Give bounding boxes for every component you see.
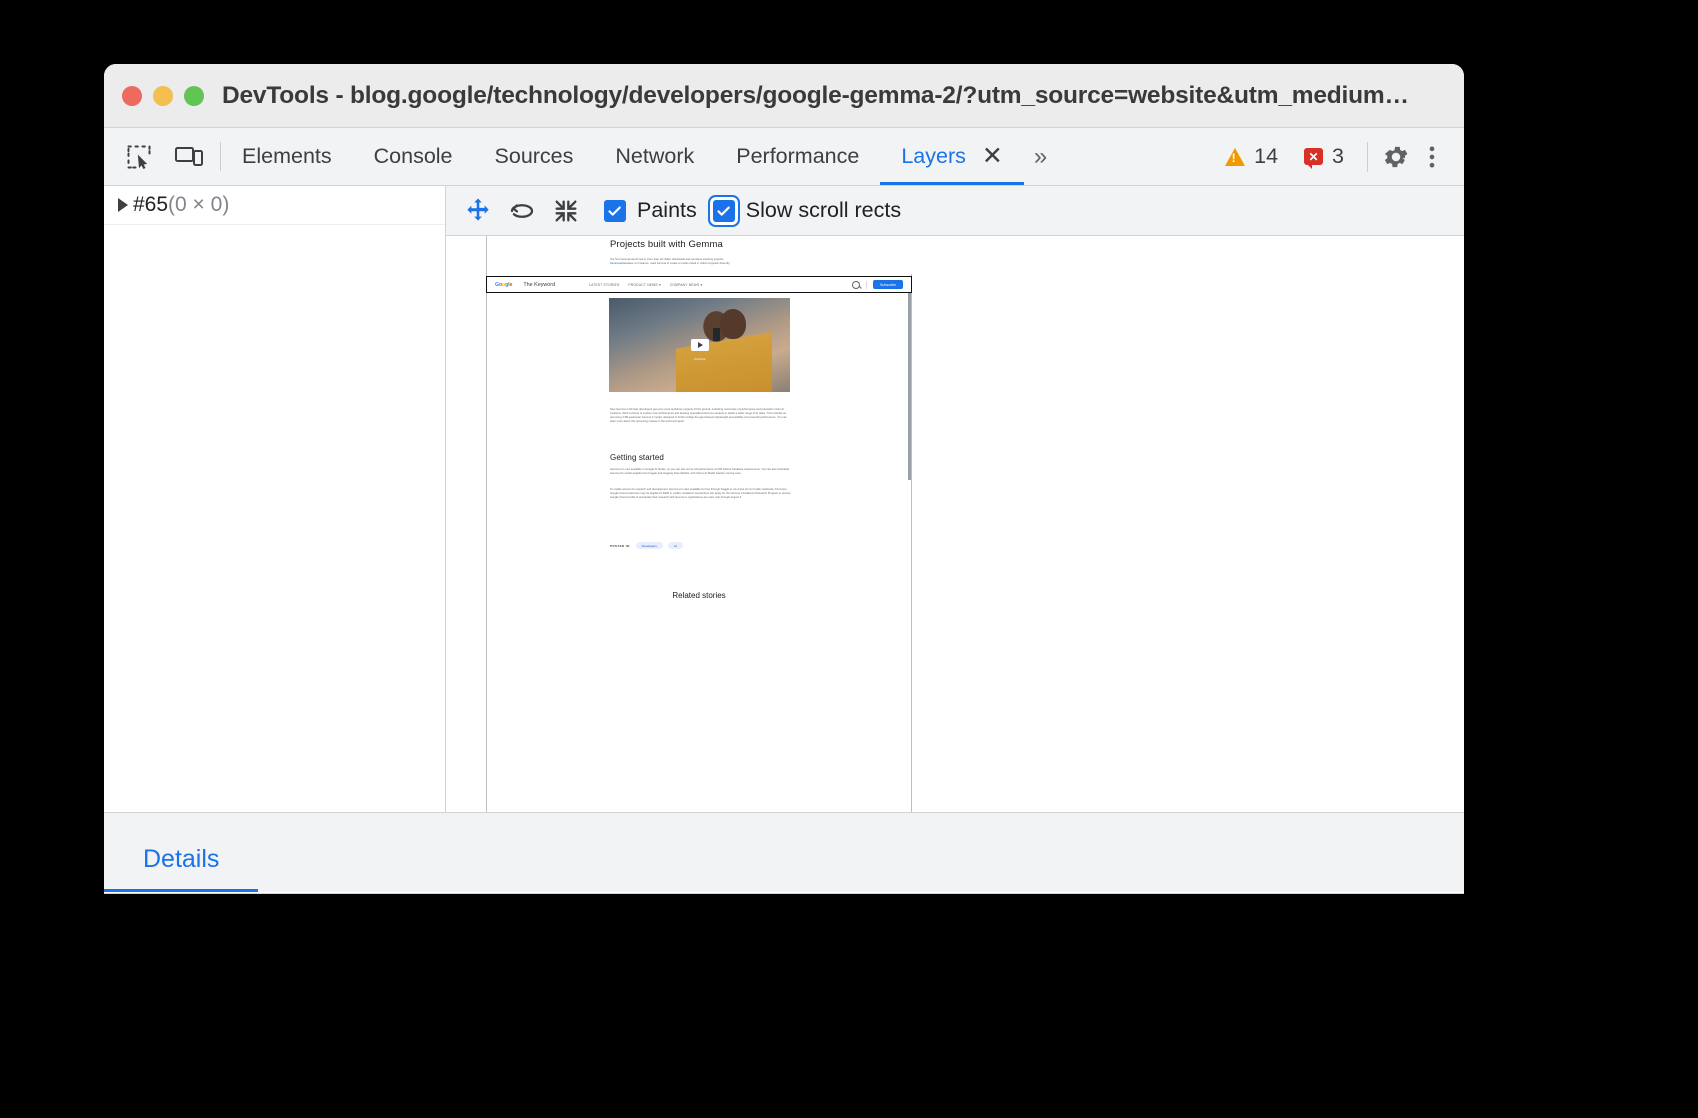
intro-paragraph: Our first Gemma launch led to more than …: [610, 258, 870, 266]
tab-label: Performance: [736, 144, 859, 169]
errors-counter[interactable]: ✕ 3: [1291, 144, 1357, 169]
tab-label: Layers: [901, 144, 966, 169]
warnings-counter[interactable]: 14: [1212, 144, 1291, 169]
layers-panel-split: #65 (0 × 0): [104, 186, 1464, 812]
layer-tree-item[interactable]: #65 (0 × 0): [104, 186, 445, 225]
maximize-window-button[interactable]: [184, 86, 204, 106]
section-heading: Projects built with Gemma: [610, 239, 723, 250]
window-titlebar: DevTools - blog.google/technology/develo…: [104, 64, 1464, 128]
inspect-element-icon[interactable]: [122, 140, 156, 174]
nav-item-company-news[interactable]: COMPANY NEWS ▾: [670, 283, 703, 287]
posted-in-label: POSTED IN:: [610, 544, 631, 548]
warning-icon: [1225, 148, 1245, 166]
tab-details[interactable]: Details: [104, 845, 258, 892]
panel-tabs: Elements Console Sources Network Perform…: [221, 128, 1024, 185]
error-icon: ✕: [1304, 148, 1323, 165]
details-tabs: Details: [104, 845, 258, 892]
paints-checkbox[interactable]: Paints: [604, 198, 697, 223]
video-provider-label: YouTube: [694, 357, 706, 361]
reset-transform-icon[interactable]: [544, 192, 588, 230]
pan-mode-icon[interactable]: [456, 192, 500, 230]
site-nav-actions: Subscribe: [852, 280, 903, 288]
tab-network[interactable]: Network: [594, 128, 715, 185]
youtube-play-icon[interactable]: [691, 339, 709, 351]
status-divider: [1367, 142, 1368, 172]
hero-video-thumbnail[interactable]: YouTube: [609, 298, 790, 392]
layer-dimensions: (0 × 0): [168, 193, 229, 217]
tab-label: Elements: [242, 144, 332, 169]
paints-label: Paints: [637, 198, 697, 223]
site-brand: The Keyword: [523, 282, 555, 288]
window-title: DevTools - blog.google/technology/develo…: [222, 82, 1409, 110]
slow-scroll-rects-label: Slow scroll rects: [746, 198, 901, 223]
devtools-window: DevTools - blog.google/technology/develo…: [104, 64, 1464, 894]
devtools-tabbar: Elements Console Sources Network Perform…: [104, 128, 1464, 186]
getting-started-paragraph-2: To enable access for research and develo…: [610, 488, 792, 500]
intro-line-2-text: Navarasa, for instance, used Gemma to cr…: [622, 262, 731, 265]
layer-3d-canvas[interactable]: Projects built with Gemma Our first Gemm…: [446, 236, 1464, 812]
layers-toolbar: Paints Slow scroll rects: [446, 186, 1464, 236]
close-icon[interactable]: ✕: [982, 144, 1003, 169]
layer-id: #65: [133, 193, 168, 217]
tag-chip-developers[interactable]: Developers: [636, 542, 663, 549]
google-logo: Google: [495, 282, 512, 288]
site-nav-items: LATEST STORIES PRODUCT NEWS ▾ COMPANY NE…: [589, 283, 702, 287]
devtools-status-area: 14 ✕ 3: [1212, 128, 1464, 185]
traffic-lights: [122, 86, 204, 106]
devtools-tool-icons: [104, 128, 220, 185]
layers-view: Paints Slow scroll rects P: [446, 186, 1464, 812]
tab-layers[interactable]: Layers ✕: [880, 128, 1024, 185]
intro-line-2: NavarasaNavarasa, for instance, used Gem…: [610, 262, 870, 266]
site-nav-bar: Google The Keyword LATEST STORIES PRODUC…: [486, 276, 912, 293]
snapshot-left-edge: [486, 236, 487, 812]
slow-scroll-rects-checkbox[interactable]: Slow scroll rects: [713, 198, 901, 223]
getting-started-heading: Getting started: [610, 453, 664, 462]
layers-tree-sidebar: #65 (0 × 0): [104, 186, 446, 812]
warnings-count: 14: [1254, 144, 1278, 169]
tab-elements[interactable]: Elements: [221, 128, 353, 185]
body-paragraph: Now Gemma 2 will help developers get eve…: [610, 408, 792, 424]
gear-icon[interactable]: [1378, 139, 1414, 175]
related-stories-heading: Related stories: [486, 591, 912, 600]
tab-label: Console: [374, 144, 453, 169]
tag-chip-ai[interactable]: AI: [668, 542, 683, 549]
checkbox-checked-icon: [713, 200, 735, 222]
device-toolbar-icon[interactable]: [172, 140, 206, 174]
rotate-mode-icon[interactable]: [500, 192, 544, 230]
nav-item-latest-stories[interactable]: LATEST STORIES: [589, 283, 619, 287]
nav-item-product-news[interactable]: PRODUCT NEWS ▾: [628, 283, 660, 287]
search-icon[interactable]: [852, 281, 860, 289]
minimize-window-button[interactable]: [153, 86, 173, 106]
chevron-right-icon[interactable]: [118, 198, 128, 212]
details-divider: [104, 893, 1464, 894]
video-subject-phone: [713, 328, 720, 341]
more-tabs-icon[interactable]: »: [1024, 128, 1052, 185]
close-window-button[interactable]: [122, 86, 142, 106]
more-options-icon[interactable]: [1414, 139, 1450, 175]
layer-page-snapshot: Projects built with Gemma Our first Gemm…: [486, 236, 912, 812]
checkbox-checked-icon: [604, 200, 626, 222]
nav-divider: [866, 281, 867, 289]
getting-started-paragraph-1: Gemma 2 is now available in Google AI St…: [610, 468, 792, 476]
tab-console[interactable]: Console: [353, 128, 474, 185]
snapshot-right-edge: [911, 274, 912, 812]
tab-label: Network: [615, 144, 694, 169]
page-scrollbar-thumb[interactable]: [908, 280, 911, 480]
posted-in-row: POSTED IN: Developers AI: [610, 542, 683, 549]
intro-link[interactable]: Navarasa: [610, 262, 622, 265]
errors-count: 3: [1332, 144, 1344, 169]
tab-performance[interactable]: Performance: [715, 128, 880, 185]
video-subject-head: [720, 309, 746, 339]
details-pane: Details: [104, 812, 1464, 892]
tab-sources[interactable]: Sources: [474, 128, 595, 185]
tab-label: Sources: [495, 144, 574, 169]
subscribe-button[interactable]: Subscribe: [873, 280, 903, 288]
